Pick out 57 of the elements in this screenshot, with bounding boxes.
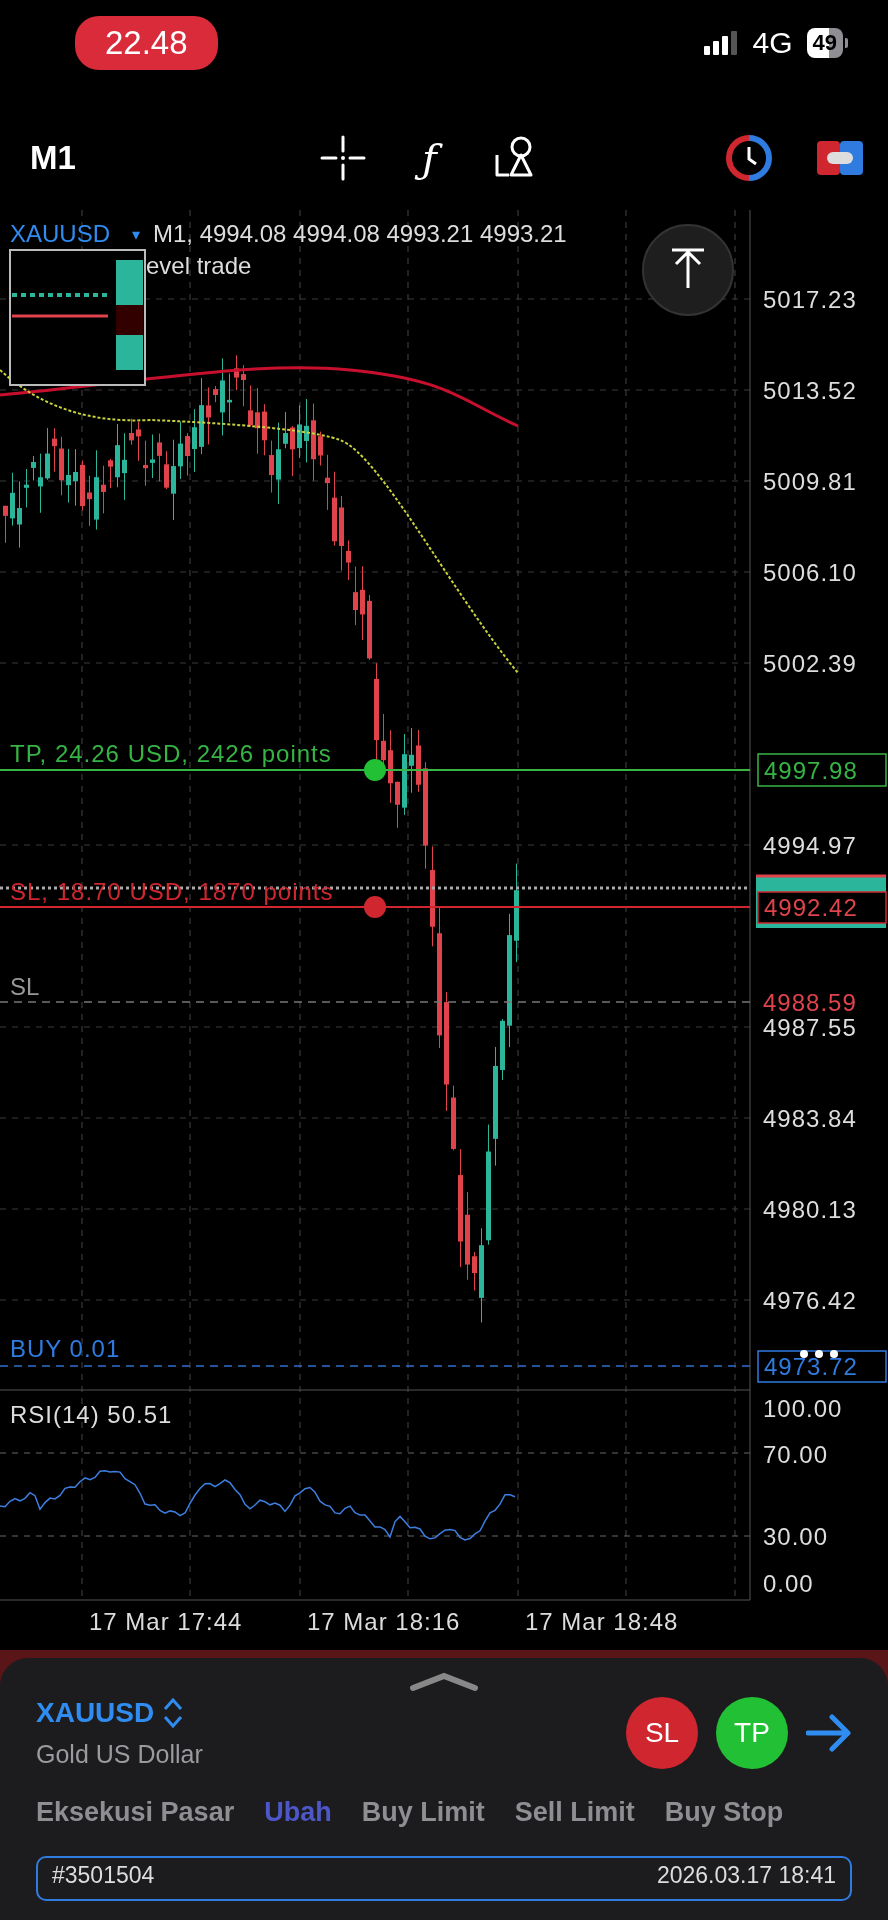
up-down-chevron-icon[interactable] bbox=[162, 1696, 185, 1730]
scroll-top-button[interactable] bbox=[642, 224, 734, 316]
timeframe-button[interactable]: M1 bbox=[30, 138, 76, 177]
price-axis-label: 4994.97 bbox=[763, 832, 857, 859]
price-axis-label: 5017.23 bbox=[763, 286, 857, 313]
position-price-tag: 4973.72 bbox=[757, 1350, 887, 1383]
stop-loss-handle[interactable] bbox=[364, 896, 386, 918]
stop-loss-label: SL, 18.70 USD, 1870 points bbox=[10, 878, 334, 905]
clock-icon[interactable] bbox=[726, 134, 772, 181]
take-profit-label: TP, 24.26 USD, 2426 points bbox=[10, 740, 332, 767]
crosshair-icon[interactable] bbox=[320, 134, 366, 181]
ticket-time: 2026.03.17 18:41 bbox=[656, 1862, 836, 1889]
order-type-tab[interactable]: Eksekusi Pasar bbox=[36, 1797, 235, 1828]
take-profit-price-tag: 4997.98 bbox=[757, 753, 887, 787]
order-type-tab[interactable]: Sell Limit bbox=[514, 1797, 635, 1828]
time-axis-label: 17 Mar 18:16 bbox=[307, 1608, 461, 1635]
symbol-description: Gold US Dollar bbox=[36, 1740, 203, 1769]
take-profit-handle[interactable] bbox=[364, 759, 386, 781]
signal-icon bbox=[704, 30, 739, 55]
rsi-axis-label: 0.00 bbox=[763, 1570, 814, 1597]
time-axis-label: 17 Mar 17:44 bbox=[89, 1608, 243, 1635]
status-time: 22.48 bbox=[75, 15, 218, 70]
order-type-tab[interactable]: Ubah bbox=[264, 1797, 332, 1828]
sl-label: SL bbox=[10, 973, 40, 1000]
price-axis-label: 5009.81 bbox=[763, 468, 857, 495]
ticket-number: #3501504 bbox=[52, 1862, 155, 1889]
battery-indicator: 49 bbox=[806, 27, 843, 58]
symbol-selector[interactable]: XAUUSD bbox=[36, 1697, 155, 1729]
rsi-axis-label: 100.00 bbox=[763, 1395, 843, 1422]
price-axis-label: 4976.42 bbox=[763, 1287, 857, 1314]
rsi-label: RSI(14) 50.51 bbox=[10, 1401, 173, 1428]
price-axis-label: 4983.84 bbox=[763, 1105, 857, 1132]
quote-text: M1, 4994.08 4994.08 4993.21 4993.21 bbox=[153, 220, 567, 247]
position-label: BUY 0.01 bbox=[10, 1335, 121, 1362]
indicator-label: evel trade bbox=[146, 252, 252, 279]
price-axis-label: 5013.52 bbox=[763, 377, 857, 404]
toggle-icon[interactable] bbox=[817, 140, 863, 175]
price-axis-label: 5006.10 bbox=[763, 559, 857, 586]
price-axis-label: 4987.55 bbox=[763, 1014, 857, 1041]
more-icon[interactable] bbox=[800, 1350, 838, 1358]
network-label: 4G bbox=[752, 25, 793, 60]
caret-icon[interactable]: ▾ bbox=[132, 226, 140, 243]
symbol-label[interactable]: XAUUSD bbox=[10, 220, 111, 247]
window-thumbnail-drawing[interactable] bbox=[9, 249, 146, 386]
stop-loss-button[interactable]: SL bbox=[626, 1696, 698, 1769]
rsi-axis-label: 70.00 bbox=[763, 1441, 829, 1468]
sheet-handle-icon[interactable] bbox=[409, 1672, 479, 1692]
stop-loss-price-tag: 4992.42 bbox=[757, 891, 887, 924]
indicators-button[interactable]: ƒ bbox=[416, 129, 443, 186]
sl-price-label: 4988.59 bbox=[763, 989, 857, 1016]
arrow-right-icon[interactable] bbox=[806, 1712, 852, 1753]
price-axis-label: 5002.39 bbox=[763, 650, 857, 677]
time-axis-label: 17 Mar 18:48 bbox=[525, 1608, 679, 1635]
order-type-tab[interactable]: Buy Limit bbox=[361, 1797, 485, 1828]
rsi-axis-label: 30.00 bbox=[763, 1523, 829, 1550]
price-axis-label: 4980.13 bbox=[763, 1196, 857, 1223]
order-type-tab[interactable]: Buy Stop bbox=[664, 1797, 784, 1828]
